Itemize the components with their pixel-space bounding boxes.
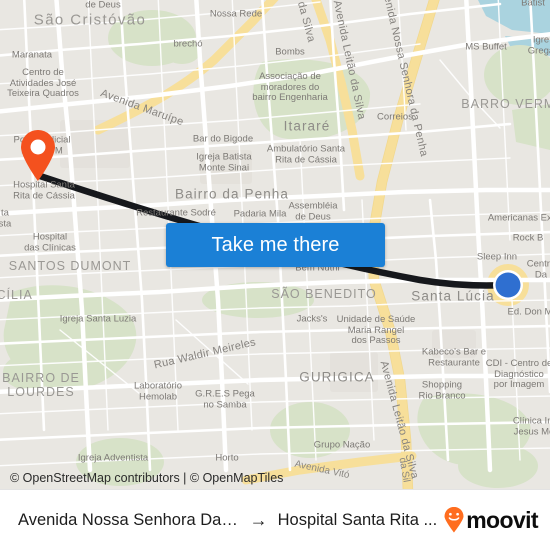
map-attribution: © OpenStreetMap contributors | © OpenMap… xyxy=(10,471,284,485)
route-summary[interactable]: Avenida Nossa Senhora Da ... → Hospital … xyxy=(18,511,437,530)
destination-dot-icon[interactable] xyxy=(491,268,525,302)
origin-pin-icon[interactable] xyxy=(18,130,58,182)
moovit-wordmark: moovit xyxy=(466,506,538,533)
moovit-map-screen: .park{fill:#d7e2c8} .water{fill:#aad3df}… xyxy=(0,0,550,550)
arrow-right-icon: → xyxy=(249,510,268,530)
take-me-there-button[interactable]: Take me there xyxy=(166,223,385,267)
moovit-pin-icon xyxy=(444,507,464,533)
route-bottom-bar: Avenida Nossa Senhora Da ... → Hospital … xyxy=(0,489,550,550)
route-origin-label: Avenida Nossa Senhora Da ... xyxy=(18,510,240,529)
moovit-logo[interactable]: moovit xyxy=(443,506,539,534)
route-destination-label: Hospital Santa Rita ... xyxy=(277,510,438,529)
